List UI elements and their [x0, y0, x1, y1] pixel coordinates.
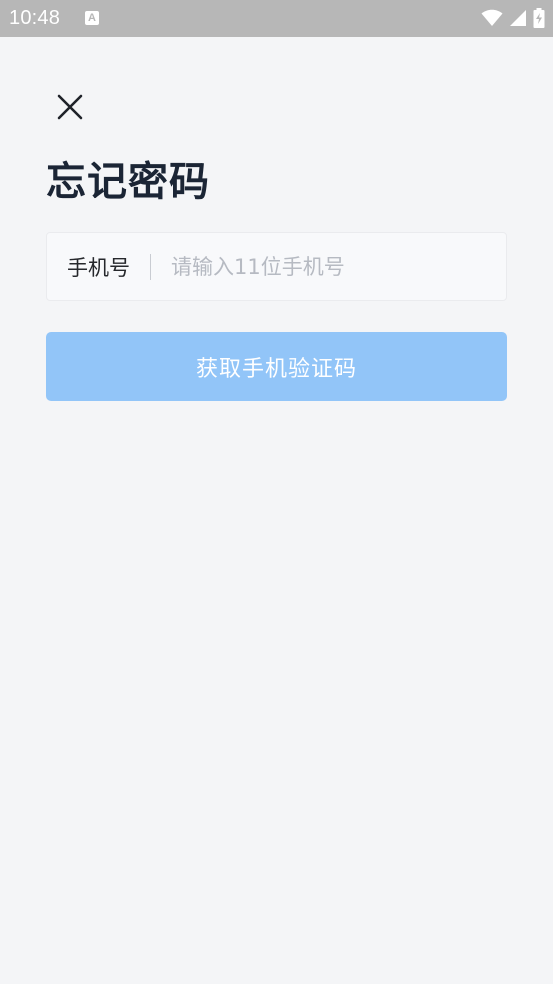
close-icon: [57, 94, 83, 120]
status-icons: [481, 8, 545, 28]
notification-a-letter: A: [88, 12, 96, 24]
notification-a-icon: A: [85, 11, 99, 25]
wifi-icon: [481, 9, 503, 26]
phone-input[interactable]: [171, 254, 490, 279]
forgot-password-page: 忘记密码 手机号 获取手机验证码: [0, 37, 553, 984]
get-code-button[interactable]: 获取手机验证码: [46, 332, 507, 401]
phone-field[interactable]: 手机号: [46, 232, 507, 301]
phone-divider: [150, 253, 151, 280]
status-time: 10:48: [9, 7, 61, 29]
status-bar: 10:48 A: [0, 0, 553, 37]
battery-charging-icon: [533, 8, 545, 28]
close-button[interactable]: [50, 87, 90, 127]
phone-label: 手机号: [67, 255, 130, 280]
signal-icon: [510, 10, 526, 26]
page-title: 忘记密码: [46, 159, 210, 205]
